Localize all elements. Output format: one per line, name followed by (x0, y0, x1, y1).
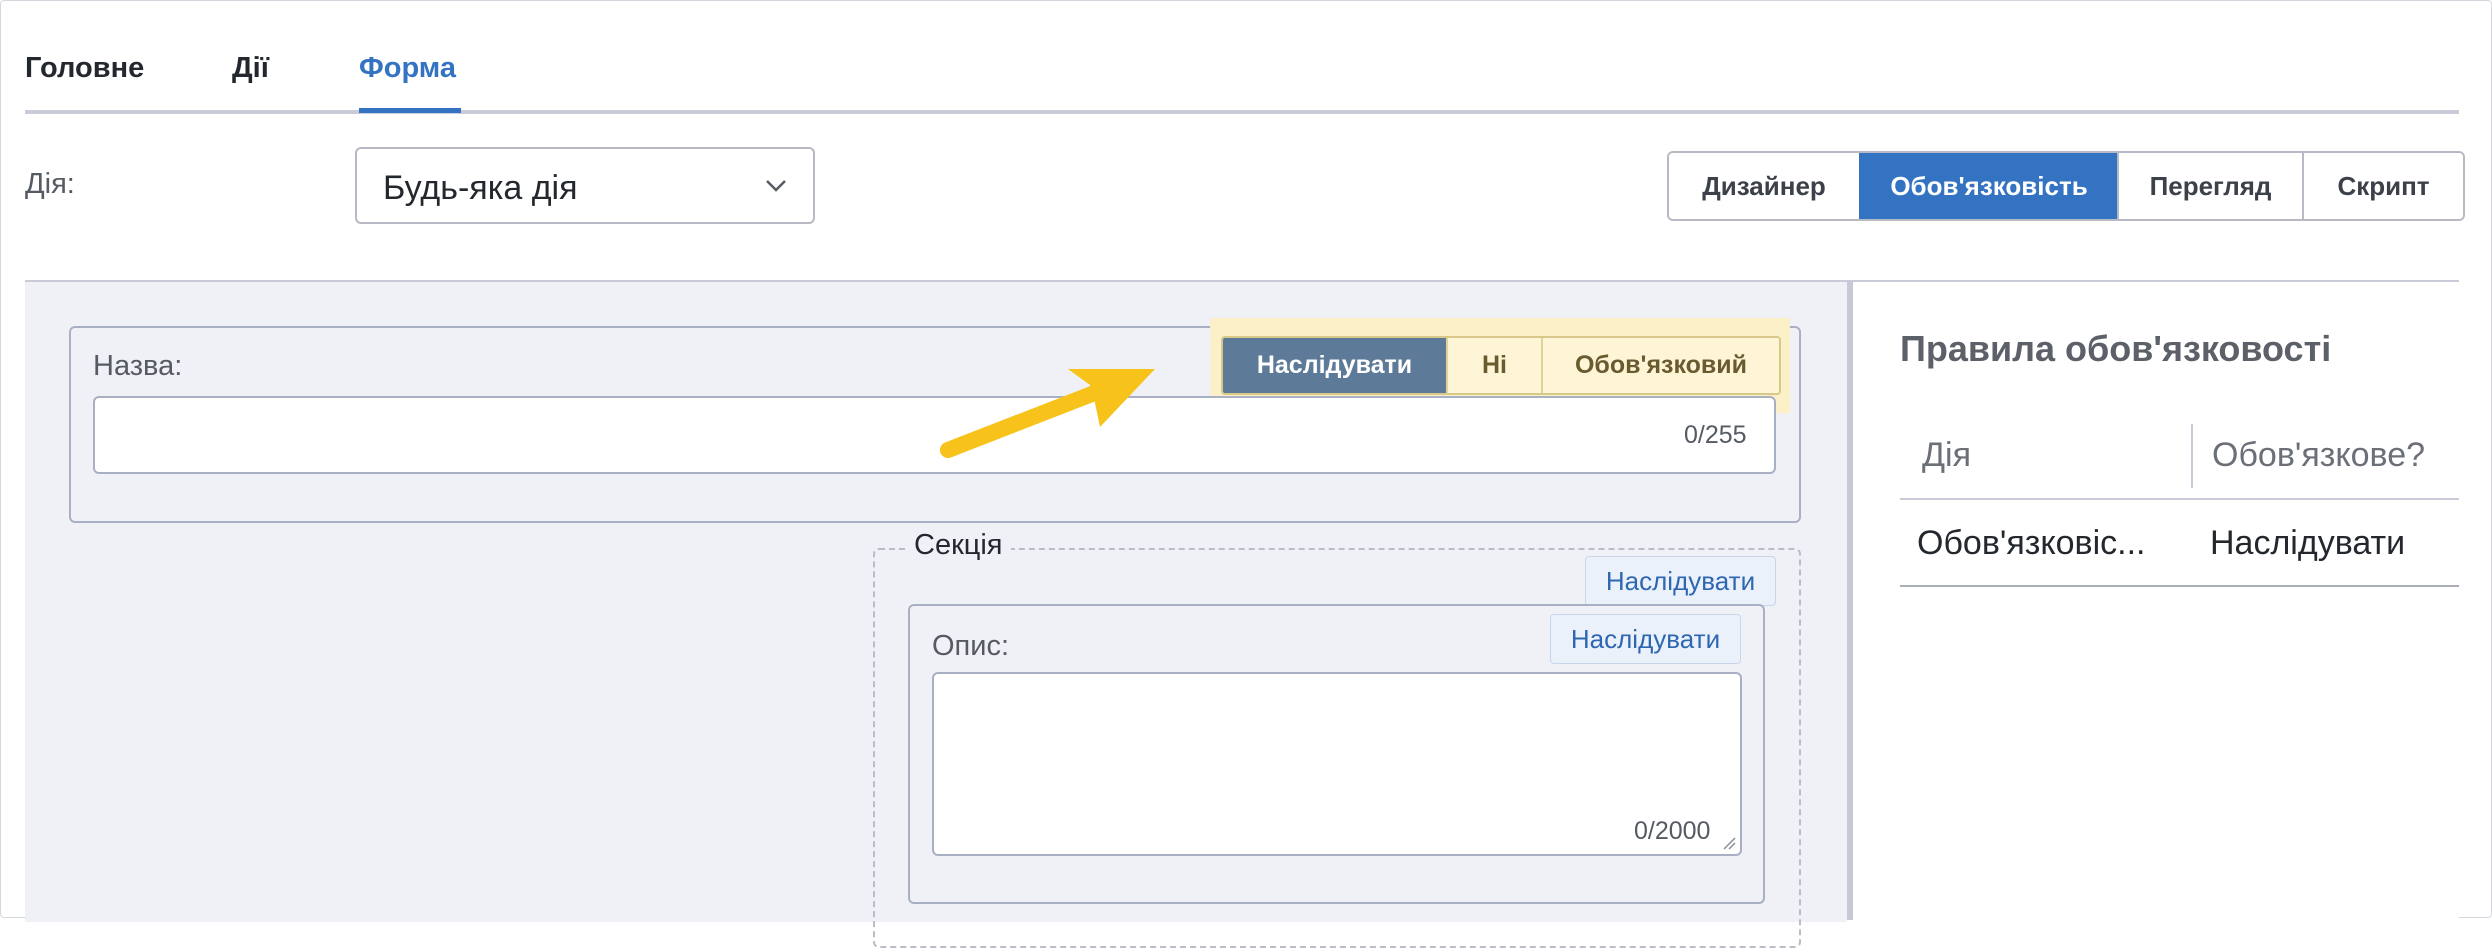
tab-actions[interactable]: Дії (232, 52, 269, 85)
description-inherit-button[interactable]: Наслідувати (1550, 614, 1741, 664)
rules-panel (1853, 280, 2459, 922)
annotation-arrow-icon (940, 369, 1155, 458)
mode-script-button[interactable]: Скрипт (2302, 153, 2463, 219)
description-textarea[interactable] (932, 672, 1742, 856)
mode-required-button[interactable]: Обов'язковість (1859, 153, 2117, 219)
mode-preview-button[interactable]: Перегляд (2117, 153, 2302, 219)
requirement-no-button[interactable]: Ні (1446, 338, 1541, 393)
view-mode-switch: Дизайнер Обов'язковість Перегляд Скрипт (1667, 151, 2465, 221)
section-title: Секція (906, 529, 1011, 562)
action-select[interactable]: Будь-яка дія (355, 147, 815, 224)
rule-required-cell[interactable]: Наслідувати (2210, 524, 2450, 563)
column-divider[interactable] (2191, 424, 2193, 488)
name-input[interactable] (93, 396, 1776, 474)
active-tab-indicator (359, 108, 461, 113)
name-field-label: Назва: (93, 350, 183, 382)
resize-grip-icon[interactable] (1722, 836, 1736, 850)
name-char-counter: 0/255 (1684, 421, 1747, 449)
table-row-divider (1900, 585, 2459, 587)
requirement-required-button[interactable]: Обов'язковий (1541, 338, 1779, 393)
rule-action-cell[interactable]: Обов'язковіс... (1917, 524, 2167, 563)
chevron-down-icon (766, 180, 786, 192)
description-char-counter: 0/2000 (1634, 817, 1711, 845)
table-header-divider (1900, 498, 2459, 500)
tab-main[interactable]: Головне (25, 52, 144, 85)
tab-form[interactable]: Форма (359, 52, 456, 85)
requirement-inherit-button[interactable]: Наслідувати (1223, 338, 1446, 393)
column-header-action[interactable]: Дія (1922, 436, 1971, 475)
rules-panel-title: Правила обов'язковості (1900, 328, 2332, 369)
section-inherit-button[interactable]: Наслідувати (1585, 556, 1776, 606)
requirement-switch: Наслідувати Ні Обов'язковий (1221, 336, 1781, 395)
action-label: Дія: (25, 168, 75, 200)
column-header-required[interactable]: Обов'язкове? (2212, 436, 2425, 475)
action-select-value: Будь-яка дія (383, 169, 578, 207)
description-field-label: Опис: (932, 630, 1010, 662)
mode-designer-button[interactable]: Дизайнер (1669, 153, 1859, 219)
main-tabs: Головне Дії Форма (25, 0, 2459, 116)
